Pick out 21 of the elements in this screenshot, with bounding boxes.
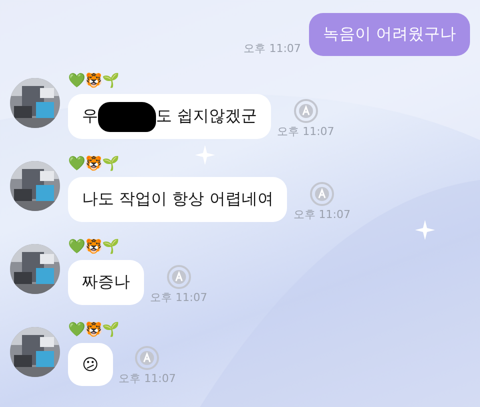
sender-name: 💚🐯🌱	[68, 321, 120, 339]
message-time: 오후 11:07	[293, 207, 350, 222]
message-bubble: 우 도 쉽지않겠군	[68, 94, 272, 139]
message-bubble: 나도 작업이 항상 어렵네여	[68, 177, 288, 222]
message-time: 오후 11:07	[118, 371, 176, 386]
redaction-mark	[98, 102, 156, 132]
sparkle-icon	[195, 145, 215, 165]
message-bubble: 녹음이 어려웠구나	[308, 13, 470, 56]
message-bubble: 짜증나	[68, 260, 144, 305]
message-time: 오후 11:07	[150, 290, 208, 305]
sender-name: 💚🐯🌱	[68, 72, 120, 90]
sparkle-icon	[415, 220, 435, 240]
sender-name: 💚🐯🌱	[68, 238, 120, 256]
sender-name: 💚🐯🌱	[68, 155, 120, 173]
translate-icon[interactable]	[135, 346, 160, 370]
message-time: 오후 11:07	[277, 124, 334, 139]
message-bubble: 😕	[68, 343, 113, 386]
translate-icon[interactable]	[294, 99, 318, 123]
message-time: 오후 11:07	[244, 41, 301, 56]
translate-icon[interactable]	[166, 265, 191, 289]
translate-icon[interactable]	[310, 182, 334, 206]
